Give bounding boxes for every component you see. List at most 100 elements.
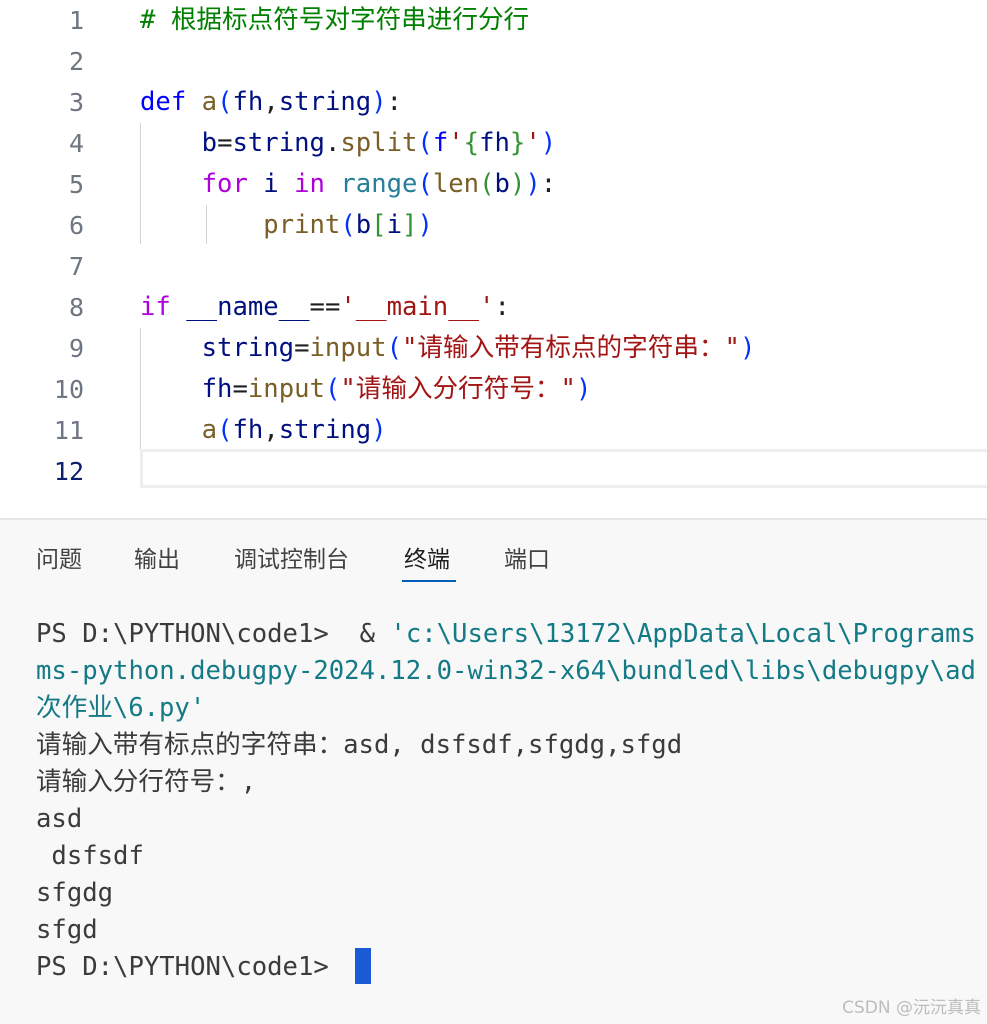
code-line[interactable]: 2 xyxy=(0,41,987,82)
code-token: "请输入带有标点的字符串：" xyxy=(401,333,740,363)
terminal-path: ms-python.debugpy-2024.12.0-win32-x64\bu… xyxy=(36,656,976,686)
terminal-line: sfgdg xyxy=(36,875,113,912)
terminal-line: 请输入分行符号：, xyxy=(36,764,256,801)
code-line[interactable]: 11 a(fh,string) xyxy=(0,410,987,451)
code-token: b xyxy=(494,169,510,199)
code-line[interactable]: 4 b=string.split(f'{fh}') xyxy=(0,123,987,164)
code-token: ( xyxy=(386,333,402,363)
terminal-text: asd xyxy=(36,804,83,834)
code-token: "请输入分行符号：" xyxy=(340,374,576,404)
code-line[interactable]: 1 # 根据标点符号对字符串进行分行 xyxy=(0,0,987,41)
code-token: __name__ xyxy=(186,292,310,322)
line-number: 3 xyxy=(68,88,84,117)
code-token: = xyxy=(217,128,233,158)
terminal-path: 次作业\6.py' xyxy=(36,693,206,723)
code-token: = xyxy=(232,374,248,404)
code-token: fh xyxy=(479,128,510,158)
code-token: i xyxy=(263,169,279,199)
code-token: print xyxy=(263,210,341,240)
code-token: # 根据标点符号对字符串进行分行 xyxy=(140,5,530,35)
code-token: in xyxy=(294,169,325,199)
code-token: ) xyxy=(739,333,756,363)
terminal-path: 'c:\Users\13172\AppData\Local\Programs xyxy=(390,619,976,649)
code-text: def a(fh,string): xyxy=(140,82,402,123)
code-text: b=string.split(f'{fh}') xyxy=(140,123,557,164)
code-token: ( xyxy=(479,169,495,199)
code-token: ) xyxy=(509,169,526,199)
code-token: ( xyxy=(217,87,233,117)
code-token: ( xyxy=(324,374,341,404)
code-token: ( xyxy=(217,415,233,445)
panel-tab[interactable]: 调试控制台 xyxy=(234,544,349,576)
terminal-text: 请输入分行符号：, xyxy=(36,767,257,797)
terminal-line: PS D:\PYTHON\code1> xyxy=(36,949,344,986)
panel-tab[interactable]: 问题 xyxy=(36,544,82,576)
code-line[interactable]: 9 string=input("请输入带有标点的字符串：") xyxy=(0,328,987,369)
line-number: 6 xyxy=(68,211,84,240)
code-token: ' xyxy=(448,128,464,158)
line-number: 5 xyxy=(68,170,84,199)
code-token: range xyxy=(340,169,418,199)
code-token: def xyxy=(140,87,187,117)
code-line[interactable]: 6 print(b[i]) xyxy=(0,205,987,246)
code-token: ( xyxy=(340,210,356,240)
terminal-line: 请输入带有标点的字符串：asd, dsfsdf,sfgdg,sfgd xyxy=(36,727,682,764)
code-line[interactable]: 10 fh=input("请输入分行符号：") xyxy=(0,369,987,410)
code-token: b xyxy=(201,128,218,158)
line-number: 10 xyxy=(53,375,84,404)
line-number: 8 xyxy=(68,293,84,322)
code-line[interactable]: 8 if __name__=='__main__': xyxy=(0,287,987,328)
terminal-line: ms-python.debugpy-2024.12.0-win32-x64\bu… xyxy=(36,653,976,690)
code-text: # 根据标点符号对字符串进行分行 xyxy=(140,0,529,41)
code-token: ) xyxy=(575,374,592,404)
code-token: string xyxy=(201,333,295,363)
code-text: for i in range(len(b)): xyxy=(140,164,557,205)
code-editor[interactable]: 1 # 根据标点符号对字符串进行分行 2 3 def a(fh,string): 4 b=… xyxy=(0,0,987,518)
active-tab-indicator xyxy=(402,580,456,582)
panel-tab[interactable]: 端口 xyxy=(504,544,550,576)
panel-tab[interactable]: 输出 xyxy=(134,544,180,576)
line-number: 11 xyxy=(53,416,84,445)
code-token: [ xyxy=(371,210,387,240)
code-token: string xyxy=(278,87,372,117)
code-line[interactable]: 5 for i in range(len(b)): xyxy=(0,164,987,205)
panel-tab[interactable]: 终端 xyxy=(404,544,450,576)
code-token: input xyxy=(309,333,387,363)
code-token: ) xyxy=(525,169,541,199)
code-token: fh xyxy=(232,87,264,117)
code-token: , xyxy=(263,87,279,117)
code-text: if __name__=='__main__': xyxy=(140,287,510,328)
terminal-text: PS D:\PYTHON\code1> xyxy=(36,952,345,982)
code-token: { xyxy=(463,128,480,158)
code-token: : xyxy=(386,87,403,117)
code-token: = xyxy=(294,333,310,363)
code-token: len xyxy=(432,169,480,199)
code-text: a(fh,string) xyxy=(140,410,387,451)
terminal-text: 请输入带有标点的字符串：asd, dsfsdf,sfgdg,sfgd xyxy=(36,730,683,760)
code-line[interactable]: 3 def a(fh,string): xyxy=(0,82,987,123)
code-token: '__main__' xyxy=(340,292,495,322)
line-number: 2 xyxy=(68,47,84,76)
code-token: ) xyxy=(540,128,557,158)
terminal-line: dsfsdf xyxy=(36,841,144,871)
code-token: : xyxy=(494,292,510,322)
code-text: string=input("请输入带有标点的字符串：") xyxy=(140,328,756,369)
code-line[interactable]: 12 xyxy=(0,451,987,492)
terminal-cursor xyxy=(355,948,371,984)
code-token: input xyxy=(247,374,325,404)
code-token: ( xyxy=(417,169,433,199)
terminal-line: 次作业\6.py' xyxy=(36,690,205,727)
code-line[interactable]: 7 xyxy=(0,246,987,287)
terminal-line: PS D:\PYTHON\code1> & 'c:\Users\13172\Ap… xyxy=(36,616,976,653)
code-token: , xyxy=(263,415,279,445)
terminal-line: asd xyxy=(36,801,82,838)
code-token: for xyxy=(201,169,248,199)
code-token: if xyxy=(140,292,171,322)
